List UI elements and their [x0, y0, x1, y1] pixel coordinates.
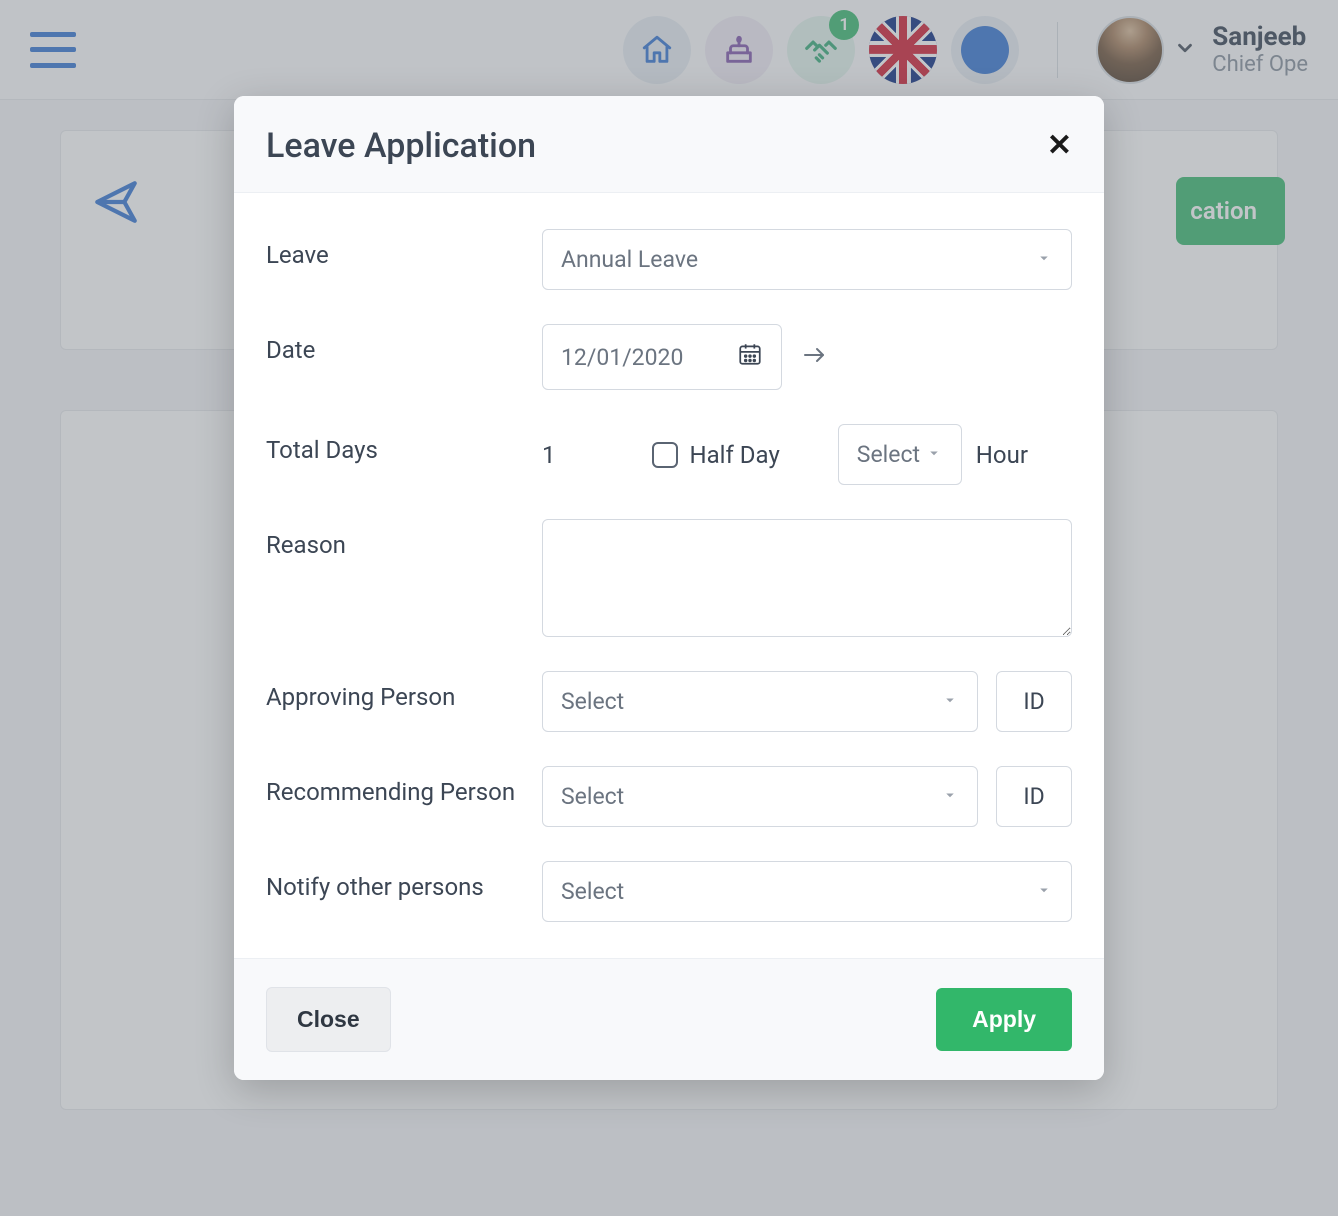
- date-input[interactable]: 12/01/2020: [542, 324, 782, 390]
- caret-down-icon: [941, 783, 959, 810]
- caret-down-icon: [1035, 878, 1053, 905]
- approving-person-value: Select: [561, 688, 624, 715]
- modal-body: Leave Annual Leave Date 12/01/2020: [234, 193, 1104, 958]
- recommending-person-select[interactable]: Select: [542, 766, 978, 827]
- row-reason: Reason: [266, 519, 1072, 637]
- notify-persons-select[interactable]: Select: [542, 861, 1072, 922]
- modal-footer: Close Apply: [234, 958, 1104, 1080]
- close-button[interactable]: Close: [266, 987, 391, 1052]
- modal-header: Leave Application ✕: [234, 96, 1104, 193]
- row-date: Date 12/01/2020: [266, 324, 1072, 390]
- label-notify: Notify other persons: [266, 861, 542, 901]
- half-day-label: Half Day: [690, 441, 780, 469]
- caret-down-icon: [941, 688, 959, 715]
- notify-persons-value: Select: [561, 878, 624, 905]
- modal-overlay: Leave Application ✕ Leave Annual Leave D…: [0, 0, 1338, 1216]
- label-recommending: Recommending Person: [266, 766, 542, 806]
- close-icon[interactable]: ✕: [1047, 131, 1072, 161]
- row-total-days: Total Days 1 Half Day Select Hour: [266, 424, 1072, 485]
- label-reason: Reason: [266, 519, 542, 559]
- leave-application-modal: Leave Application ✕ Leave Annual Leave D…: [234, 96, 1104, 1080]
- row-approving: Approving Person Select ID: [266, 671, 1072, 732]
- hour-label: Hour: [976, 441, 1028, 469]
- leave-type-value: Annual Leave: [561, 246, 698, 273]
- date-value: 12/01/2020: [561, 344, 683, 371]
- caret-down-icon: [1035, 246, 1053, 273]
- caret-down-icon: [925, 441, 943, 468]
- half-day-checkbox[interactable]: [652, 442, 678, 468]
- modal-title: Leave Application: [266, 126, 536, 166]
- reason-textarea[interactable]: [542, 519, 1072, 637]
- label-date: Date: [266, 324, 542, 364]
- label-leave: Leave: [266, 229, 542, 269]
- approving-id-box[interactable]: ID: [996, 671, 1072, 732]
- calendar-icon: [737, 341, 763, 373]
- row-leave: Leave Annual Leave: [266, 229, 1072, 290]
- hour-select-value: Select: [857, 441, 920, 468]
- row-notify: Notify other persons Select: [266, 861, 1072, 922]
- row-recommending: Recommending Person Select ID: [266, 766, 1072, 827]
- leave-type-select[interactable]: Annual Leave: [542, 229, 1072, 290]
- approving-person-select[interactable]: Select: [542, 671, 978, 732]
- recommending-person-value: Select: [561, 783, 624, 810]
- apply-button[interactable]: Apply: [936, 988, 1072, 1051]
- total-days-value: 1: [542, 441, 556, 469]
- label-approving: Approving Person: [266, 671, 542, 711]
- recommending-id-box[interactable]: ID: [996, 766, 1072, 827]
- arrow-right-icon[interactable]: [800, 343, 830, 371]
- hour-select[interactable]: Select: [838, 424, 962, 485]
- label-total-days: Total Days: [266, 424, 542, 464]
